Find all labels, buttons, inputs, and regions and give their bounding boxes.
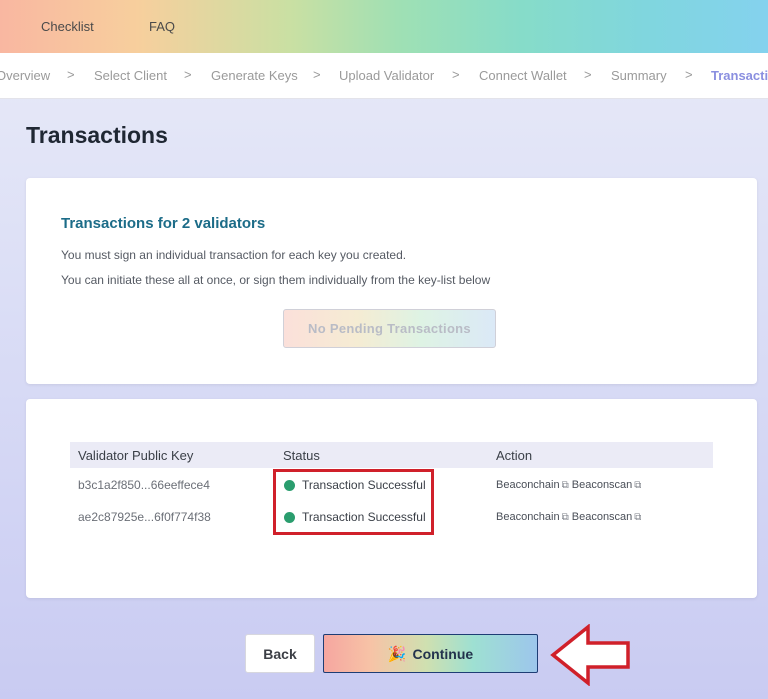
step-separator: > [452, 67, 460, 82]
beaconchain-link[interactable]: Beaconchain [496, 479, 560, 491]
continue-button[interactable]: 🎉 Continue [323, 634, 538, 673]
beaconscan-link[interactable]: Beaconscan [572, 479, 633, 491]
instruction-text: You can initiate these all at once, or s… [61, 273, 491, 287]
party-popper-icon: 🎉 [387, 645, 407, 663]
step-transactions[interactable]: Transactions [711, 68, 768, 83]
status-highlight-box [273, 469, 434, 535]
step-separator: > [184, 67, 192, 82]
step-separator: > [685, 67, 693, 82]
nav-link-checklist[interactable]: Checklist [41, 19, 94, 34]
card-heading: Transactions for 2 validators [61, 215, 266, 232]
step-generate-keys[interactable]: Generate Keys [211, 68, 298, 83]
page-title: Transactions [26, 122, 168, 148]
nav-link-faq[interactable]: FAQ [149, 19, 175, 34]
external-link-icon[interactable]: ⧉ [634, 512, 641, 523]
step-connect-wallet[interactable]: Connect Wallet [479, 68, 567, 83]
step-summary[interactable]: Summary [611, 68, 667, 83]
no-pending-transactions-button[interactable]: No Pending Transactions [283, 309, 496, 348]
step-upload-validator[interactable]: Upload Validator [339, 68, 434, 83]
instruction-text: You must sign an individual transaction … [61, 248, 407, 262]
column-header-status: Status [283, 448, 320, 463]
action-links: Beaconchain ⧉ Beaconscan ⧉ [496, 511, 644, 523]
step-select-client[interactable]: Select Client [94, 68, 167, 83]
step-breadcrumb: Overview > Select Client > Generate Keys… [0, 53, 768, 99]
validator-public-key: ae2c87925e...6f0f774f38 [78, 510, 211, 524]
top-nav-bar: Checklist FAQ [0, 0, 768, 53]
beaconchain-link[interactable]: Beaconchain [496, 511, 560, 523]
continue-label: Continue [412, 645, 474, 662]
validator-public-key: b3c1a2f850...66eeffece4 [78, 478, 210, 492]
external-link-icon[interactable]: ⧉ [634, 480, 641, 491]
step-separator: > [313, 67, 321, 82]
back-button[interactable]: Back [245, 634, 315, 673]
beaconscan-link[interactable]: Beaconscan [572, 511, 633, 523]
column-header-action: Action [496, 448, 533, 463]
external-link-icon[interactable]: ⧉ [562, 480, 569, 491]
column-header-public-key: Validator Public Key [78, 448, 194, 463]
step-separator: > [67, 67, 75, 82]
transactions-summary-card: Transactions for 2 validators You must s… [26, 178, 757, 384]
left-arrow-icon [550, 624, 630, 686]
table-header: Validator Public Key Status Action [70, 442, 713, 468]
action-links: Beaconchain ⧉ Beaconscan ⧉ [496, 479, 644, 491]
step-separator: > [584, 67, 592, 82]
step-overview[interactable]: Overview [0, 68, 50, 83]
external-link-icon[interactable]: ⧉ [562, 512, 569, 523]
